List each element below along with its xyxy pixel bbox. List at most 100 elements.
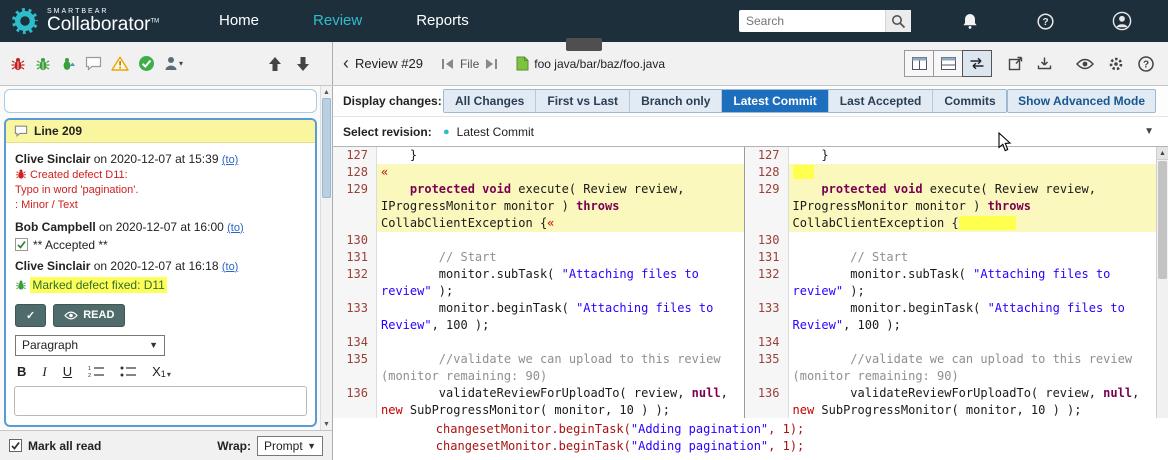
sidebar-scroll-thumb[interactable] [322,98,331,198]
diff-line-136[interactable]: 136 validateReviewForUploadTo( review, n… [745,385,1157,418]
comment-editor-input[interactable] [14,386,307,416]
diff-line-130[interactable]: 130 [745,232,1157,249]
diff-line-135[interactable]: 135 //validate we can upload to this rev… [745,351,1157,385]
goto-link[interactable]: (to) [222,154,239,166]
diff-scrollbar[interactable]: ▲ [1156,147,1168,418]
diff-line-128[interactable]: 128« [333,164,744,181]
green-bug-icon[interactable] [35,56,51,72]
diff-line-130[interactable]: 130 [333,232,744,249]
mode-latest-commit[interactable]: Latest Commit [722,90,828,112]
goto-link[interactable]: (to) [227,222,244,234]
mode-commits[interactable]: Commits [933,90,1006,112]
italic-button[interactable]: I [42,364,46,380]
line-number[interactable]: 129 [745,181,789,232]
diff-line-136[interactable]: 136 validateReviewForUploadTo( review, n… [333,385,744,418]
bold-button[interactable]: B [17,364,26,379]
mode-last-accepted[interactable]: Last Accepted [829,90,934,112]
goto-link[interactable]: (to) [222,261,239,273]
diff-line-132[interactable]: 132 monitor.subTask( "Attaching files to… [333,266,744,300]
conversation-icon[interactable] [85,56,102,71]
compare-view-icon[interactable] [962,50,992,77]
brand[interactable]: SMARTBEAR CollaboratorTM [0,6,180,36]
warning-icon[interactable] [111,56,129,71]
diff-help-icon[interactable]: ? [1138,56,1154,72]
nav-review[interactable]: Review [286,0,389,42]
line-number[interactable]: 131 [745,249,789,266]
sidebar-scroll-down-icon[interactable]: ▼ [321,418,332,430]
participants-icon[interactable]: ▾ [164,56,183,71]
diff-line-133[interactable]: 133 monitor.beginTask( "Attaching files … [745,300,1157,334]
line-number[interactable]: 134 [745,334,789,351]
line-number[interactable]: 136 [333,385,377,418]
diff-line-134[interactable]: 134 [333,334,744,351]
line-number[interactable]: 136 [745,385,789,418]
external-window-icon[interactable] [1008,56,1023,71]
search-input[interactable] [739,14,885,28]
paragraph-style-select[interactable]: Paragraph ▼ [15,335,165,356]
search-icon[interactable] [885,10,911,32]
unified-view-icon[interactable] [933,50,963,77]
read-button[interactable]: READ [53,304,125,327]
subscript-button[interactable]: X 1 ▾ [152,364,171,379]
watch-eye-icon[interactable] [1076,58,1094,70]
red-bug-icon[interactable] [10,56,26,72]
diff-line-127[interactable]: 127 } [333,147,744,164]
diff-line-133[interactable]: 133 monitor.beginTask( "Attaching files … [333,300,744,334]
settings-gear-icon[interactable] [1108,56,1124,72]
wrap-select[interactable]: Prompt ▼ [257,436,323,456]
line-number[interactable]: 134 [333,334,377,351]
next-file-icon[interactable] [485,58,498,70]
accept-comment-button[interactable]: ✓ [15,304,46,327]
green-bug-arrow-icon[interactable] [60,56,76,72]
diff-line-131[interactable]: 131 // Start [333,249,744,266]
nav-reports[interactable]: Reports [389,0,496,42]
mark-read-check-icon[interactable] [9,439,22,452]
next-comment-icon[interactable] [296,56,310,72]
diff-line-134[interactable]: 134 [745,334,1157,351]
nav-home[interactable]: Home [192,0,286,42]
line-number[interactable]: 130 [333,232,377,249]
sidebar-scrollbar[interactable]: ▲ ▼ [320,86,332,430]
prev-file-icon[interactable] [441,58,454,70]
mark-all-read-button[interactable]: Mark all read [28,439,101,453]
numbered-list-icon[interactable]: 12 [88,365,104,378]
revision-dropdown[interactable]: ● Latest Commit [443,125,1144,139]
diff-scroll-thumb[interactable] [1158,161,1167,279]
revision-caret-icon[interactable]: ▼ [1144,126,1158,137]
diff-scroll-up-icon[interactable]: ▲ [1157,147,1168,160]
line-number[interactable]: 135 [745,351,789,385]
account-icon[interactable] [1112,11,1132,31]
line-number[interactable]: 128 [745,164,789,181]
line-number[interactable]: 133 [333,300,377,334]
diff-line-127[interactable]: 127 } [745,147,1157,164]
line-number[interactable]: 128 [333,164,377,181]
mode-all-changes[interactable]: All Changes [444,90,536,112]
diff-line-135[interactable]: 135 //validate we can upload to this rev… [333,351,744,385]
diff-line-129[interactable]: 129 protected void execute( Review revie… [333,181,744,232]
accept-icon[interactable] [138,55,155,72]
line-number[interactable]: 129 [333,181,377,232]
diff-line-128[interactable]: 128 [745,164,1157,181]
line-number[interactable]: 127 [745,147,789,164]
notifications-bell-icon[interactable] [961,12,979,30]
diff-line-131[interactable]: 131 // Start [745,249,1157,266]
line-number[interactable]: 135 [333,351,377,385]
search-box[interactable] [739,10,911,32]
diff-line-129[interactable]: 129 protected void execute( Review revie… [745,181,1157,232]
line-number[interactable]: 132 [745,266,789,300]
comment-line-header[interactable]: Line 209 [6,120,315,143]
mode-branch-only[interactable]: Branch only [630,90,722,112]
sidebar-scroll-up-icon[interactable]: ▲ [321,86,332,98]
prev-comment-icon[interactable] [268,56,282,72]
underline-button[interactable]: U [63,364,72,379]
review-title[interactable]: Review #29 [355,56,423,71]
back-icon[interactable]: ‹ [343,53,349,74]
show-advanced-mode-button[interactable]: Show Advanced Mode [1007,89,1156,113]
line-number[interactable]: 132 [333,266,377,300]
download-icon[interactable] [1037,56,1052,71]
diff-line-132[interactable]: 132 monitor.subTask( "Attaching files to… [745,266,1157,300]
mode-first-vs-last[interactable]: First vs Last [536,90,630,112]
line-number[interactable]: 133 [745,300,789,334]
help-icon[interactable]: ? [1037,13,1054,30]
file-chip[interactable]: foo java/bar/baz/foo.java [516,56,665,71]
